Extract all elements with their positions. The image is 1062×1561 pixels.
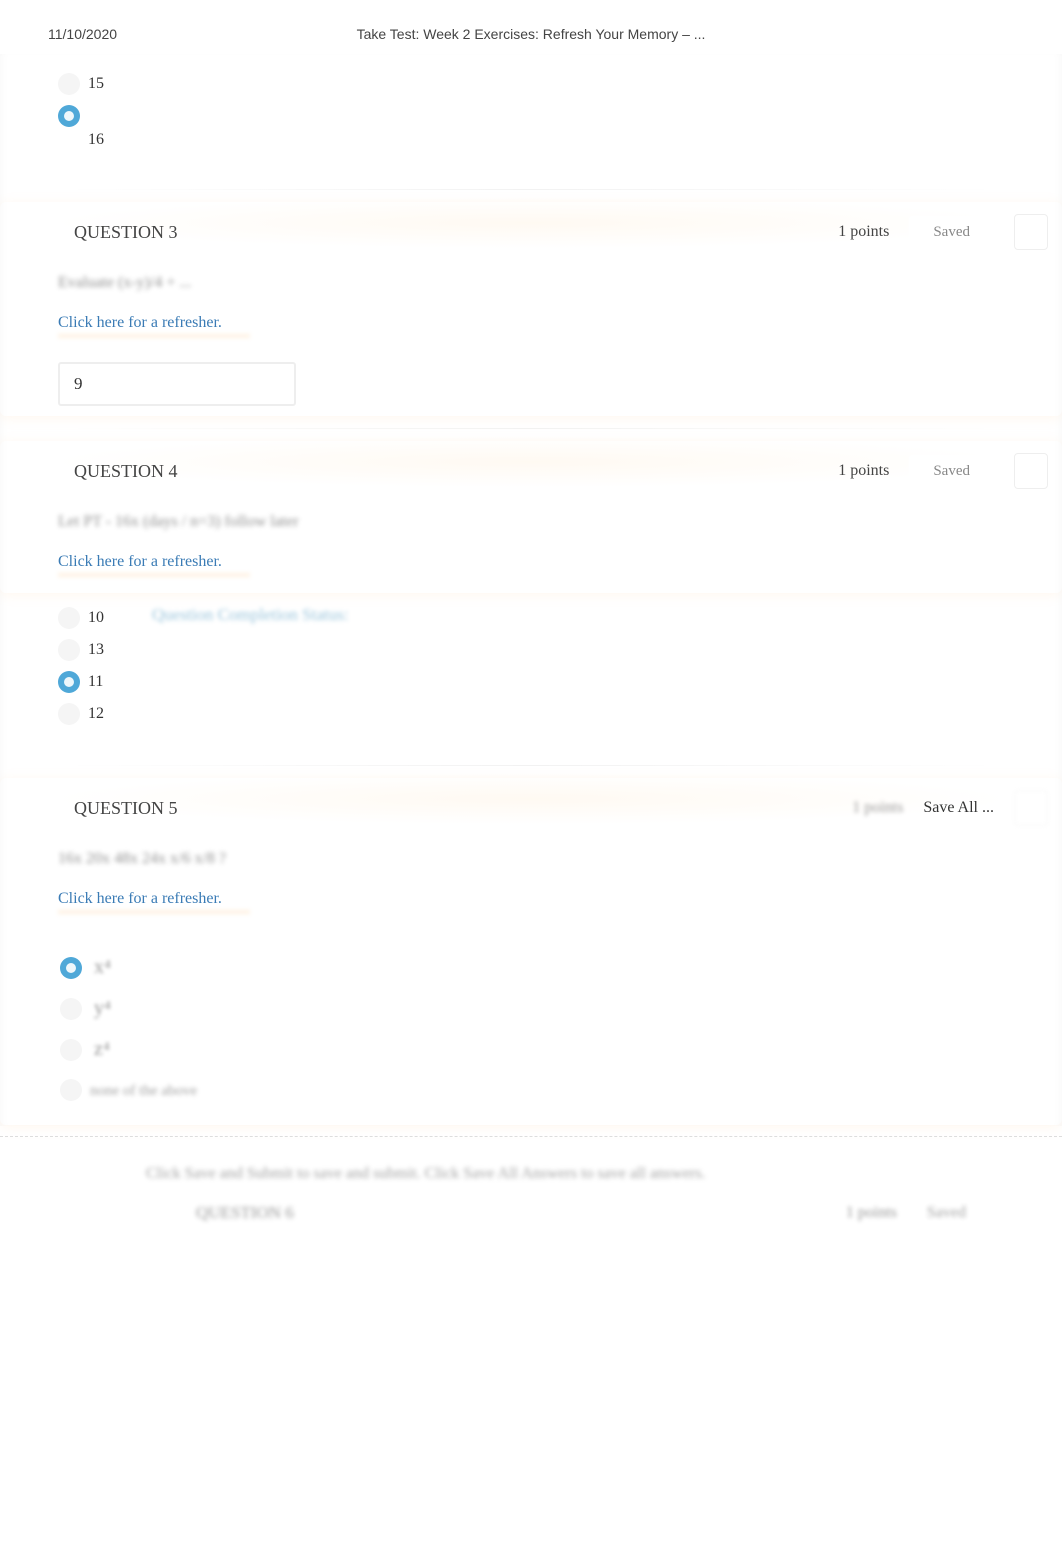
- q4-option-12[interactable]: 12: [58, 703, 1004, 725]
- radio-icon-selected: [58, 671, 80, 693]
- radio-icon: [58, 607, 80, 629]
- q5-options: x⁴ y⁴ z⁴ none of the above: [0, 934, 1062, 1123]
- test-content: 15 16 QUESTION 3 1 points Saved Evaluate…: [0, 54, 1062, 1126]
- radio-icon-selected: [60, 957, 82, 979]
- q4-title: QUESTION 4: [74, 461, 838, 482]
- q4-option-13-label: 13: [88, 641, 104, 659]
- q2-option-15[interactable]: 15: [58, 73, 1026, 95]
- q4-expression: Let PT ‑ 16x (days / n=3) follow later: [58, 513, 1004, 531]
- q5-save-all[interactable]: Save All ...: [923, 799, 994, 817]
- q2-options-tail: 15 16: [0, 55, 1062, 177]
- q6-title: QUESTION 6: [196, 1203, 846, 1223]
- q5-none-label: none of the above: [90, 1083, 197, 1100]
- q4-options: 10 13 11 12: [0, 593, 1062, 753]
- q5-meta: 1 points Save All ...: [852, 790, 1048, 826]
- question-4: QUESTION 4 1 points Saved Let PT ‑ 16x (…: [0, 441, 1062, 593]
- q5-option-none[interactable]: none of the above: [60, 1079, 1004, 1101]
- q5-refresher-link[interactable]: Click here for a refresher.: [58, 890, 222, 908]
- q4-option-13[interactable]: 13: [58, 639, 1004, 661]
- q3-save-badge[interactable]: [1014, 214, 1048, 250]
- q3-saved-button[interactable]: Saved: [909, 216, 994, 249]
- q4-body: Let PT ‑ 16x (days / n=3) follow later C…: [0, 499, 1062, 589]
- q5-option-a-img: x⁴: [94, 956, 111, 979]
- q3-points: 1 points: [838, 223, 889, 241]
- q5-option-a[interactable]: x⁴: [60, 956, 1004, 979]
- q2-option-16-label: 16: [88, 131, 1026, 149]
- q6-saved: Saved: [927, 1204, 966, 1222]
- q4-option-12-label: 12: [88, 705, 104, 723]
- q5-save-badge[interactable]: [1014, 790, 1048, 826]
- radio-icon: [58, 703, 80, 725]
- q5-option-b-img: y⁴: [94, 997, 111, 1020]
- question-3: QUESTION 3 1 points Saved Evaluate (x-y)…: [0, 202, 1062, 416]
- q5-option-b[interactable]: y⁴: [60, 997, 1004, 1020]
- q5-header: QUESTION 5 1 points Save All ...: [0, 780, 1062, 836]
- q4-header: QUESTION 4 1 points Saved: [0, 443, 1062, 499]
- bottom-banner: Click Save and Submit to save and submit…: [0, 1136, 1062, 1241]
- radio-icon-selected: [58, 105, 80, 127]
- question-6-header: QUESTION 6 1 points Saved: [28, 1191, 1044, 1229]
- q4-option-10[interactable]: 10: [58, 607, 1004, 629]
- q4-meta: 1 points Saved: [838, 453, 1048, 489]
- radio-icon: [60, 1039, 82, 1061]
- q3-answer-input[interactable]: [58, 362, 296, 406]
- q5-title: QUESTION 5: [74, 798, 852, 819]
- q4-save-badge[interactable]: [1014, 453, 1048, 489]
- q4-option-10-label: 10: [88, 609, 104, 627]
- q4-points: 1 points: [838, 462, 889, 480]
- q5-option-c-img: z⁴: [94, 1038, 110, 1061]
- q4-option-11-label: 11: [88, 673, 103, 691]
- q3-expression: Evaluate (x-y)/4 + ...: [58, 274, 1004, 292]
- header-title: Take Test: Week 2 Exercises: Refresh You…: [357, 26, 706, 42]
- header-date: 11/10/2020: [48, 26, 117, 42]
- question-5: QUESTION 5 1 points Save All ... 16x 20x…: [0, 778, 1062, 1125]
- q5-option-c[interactable]: z⁴: [60, 1038, 1004, 1061]
- q5-points: 1 points: [852, 799, 903, 817]
- divider: [60, 765, 1002, 766]
- radio-icon: [60, 1079, 82, 1101]
- q5-expression: 16x 20x 48x 24x x/6 x/8 ?: [58, 850, 1004, 868]
- divider: [60, 189, 1002, 190]
- submit-instruction: Click Save and Submit to save and submit…: [28, 1157, 1044, 1191]
- divider: [60, 428, 1002, 429]
- q3-title: QUESTION 3: [74, 222, 838, 243]
- q3-meta: 1 points Saved: [838, 214, 1048, 250]
- radio-icon: [60, 998, 82, 1020]
- q4-saved-button[interactable]: Saved: [909, 455, 994, 488]
- radio-icon: [58, 639, 80, 661]
- page-header: 11/10/2020 Take Test: Week 2 Exercises: …: [0, 0, 1062, 54]
- radio-icon: [58, 73, 80, 95]
- q2-option-15-label: 15: [88, 75, 104, 93]
- q4-option-11[interactable]: 11: [58, 671, 1004, 693]
- q6-points: 1 points: [846, 1204, 897, 1222]
- q3-refresher-link[interactable]: Click here for a refresher.: [58, 314, 222, 332]
- q3-header: QUESTION 3 1 points Saved: [0, 204, 1062, 260]
- q5-body: 16x 20x 48x 24x x/6 x/8 ? Click here for…: [0, 836, 1062, 934]
- q3-body: Evaluate (x-y)/4 + ... Click here for a …: [0, 260, 1062, 414]
- q2-option-16[interactable]: 16: [58, 105, 1026, 149]
- q4-refresher-link[interactable]: Click here for a refresher.: [58, 553, 222, 571]
